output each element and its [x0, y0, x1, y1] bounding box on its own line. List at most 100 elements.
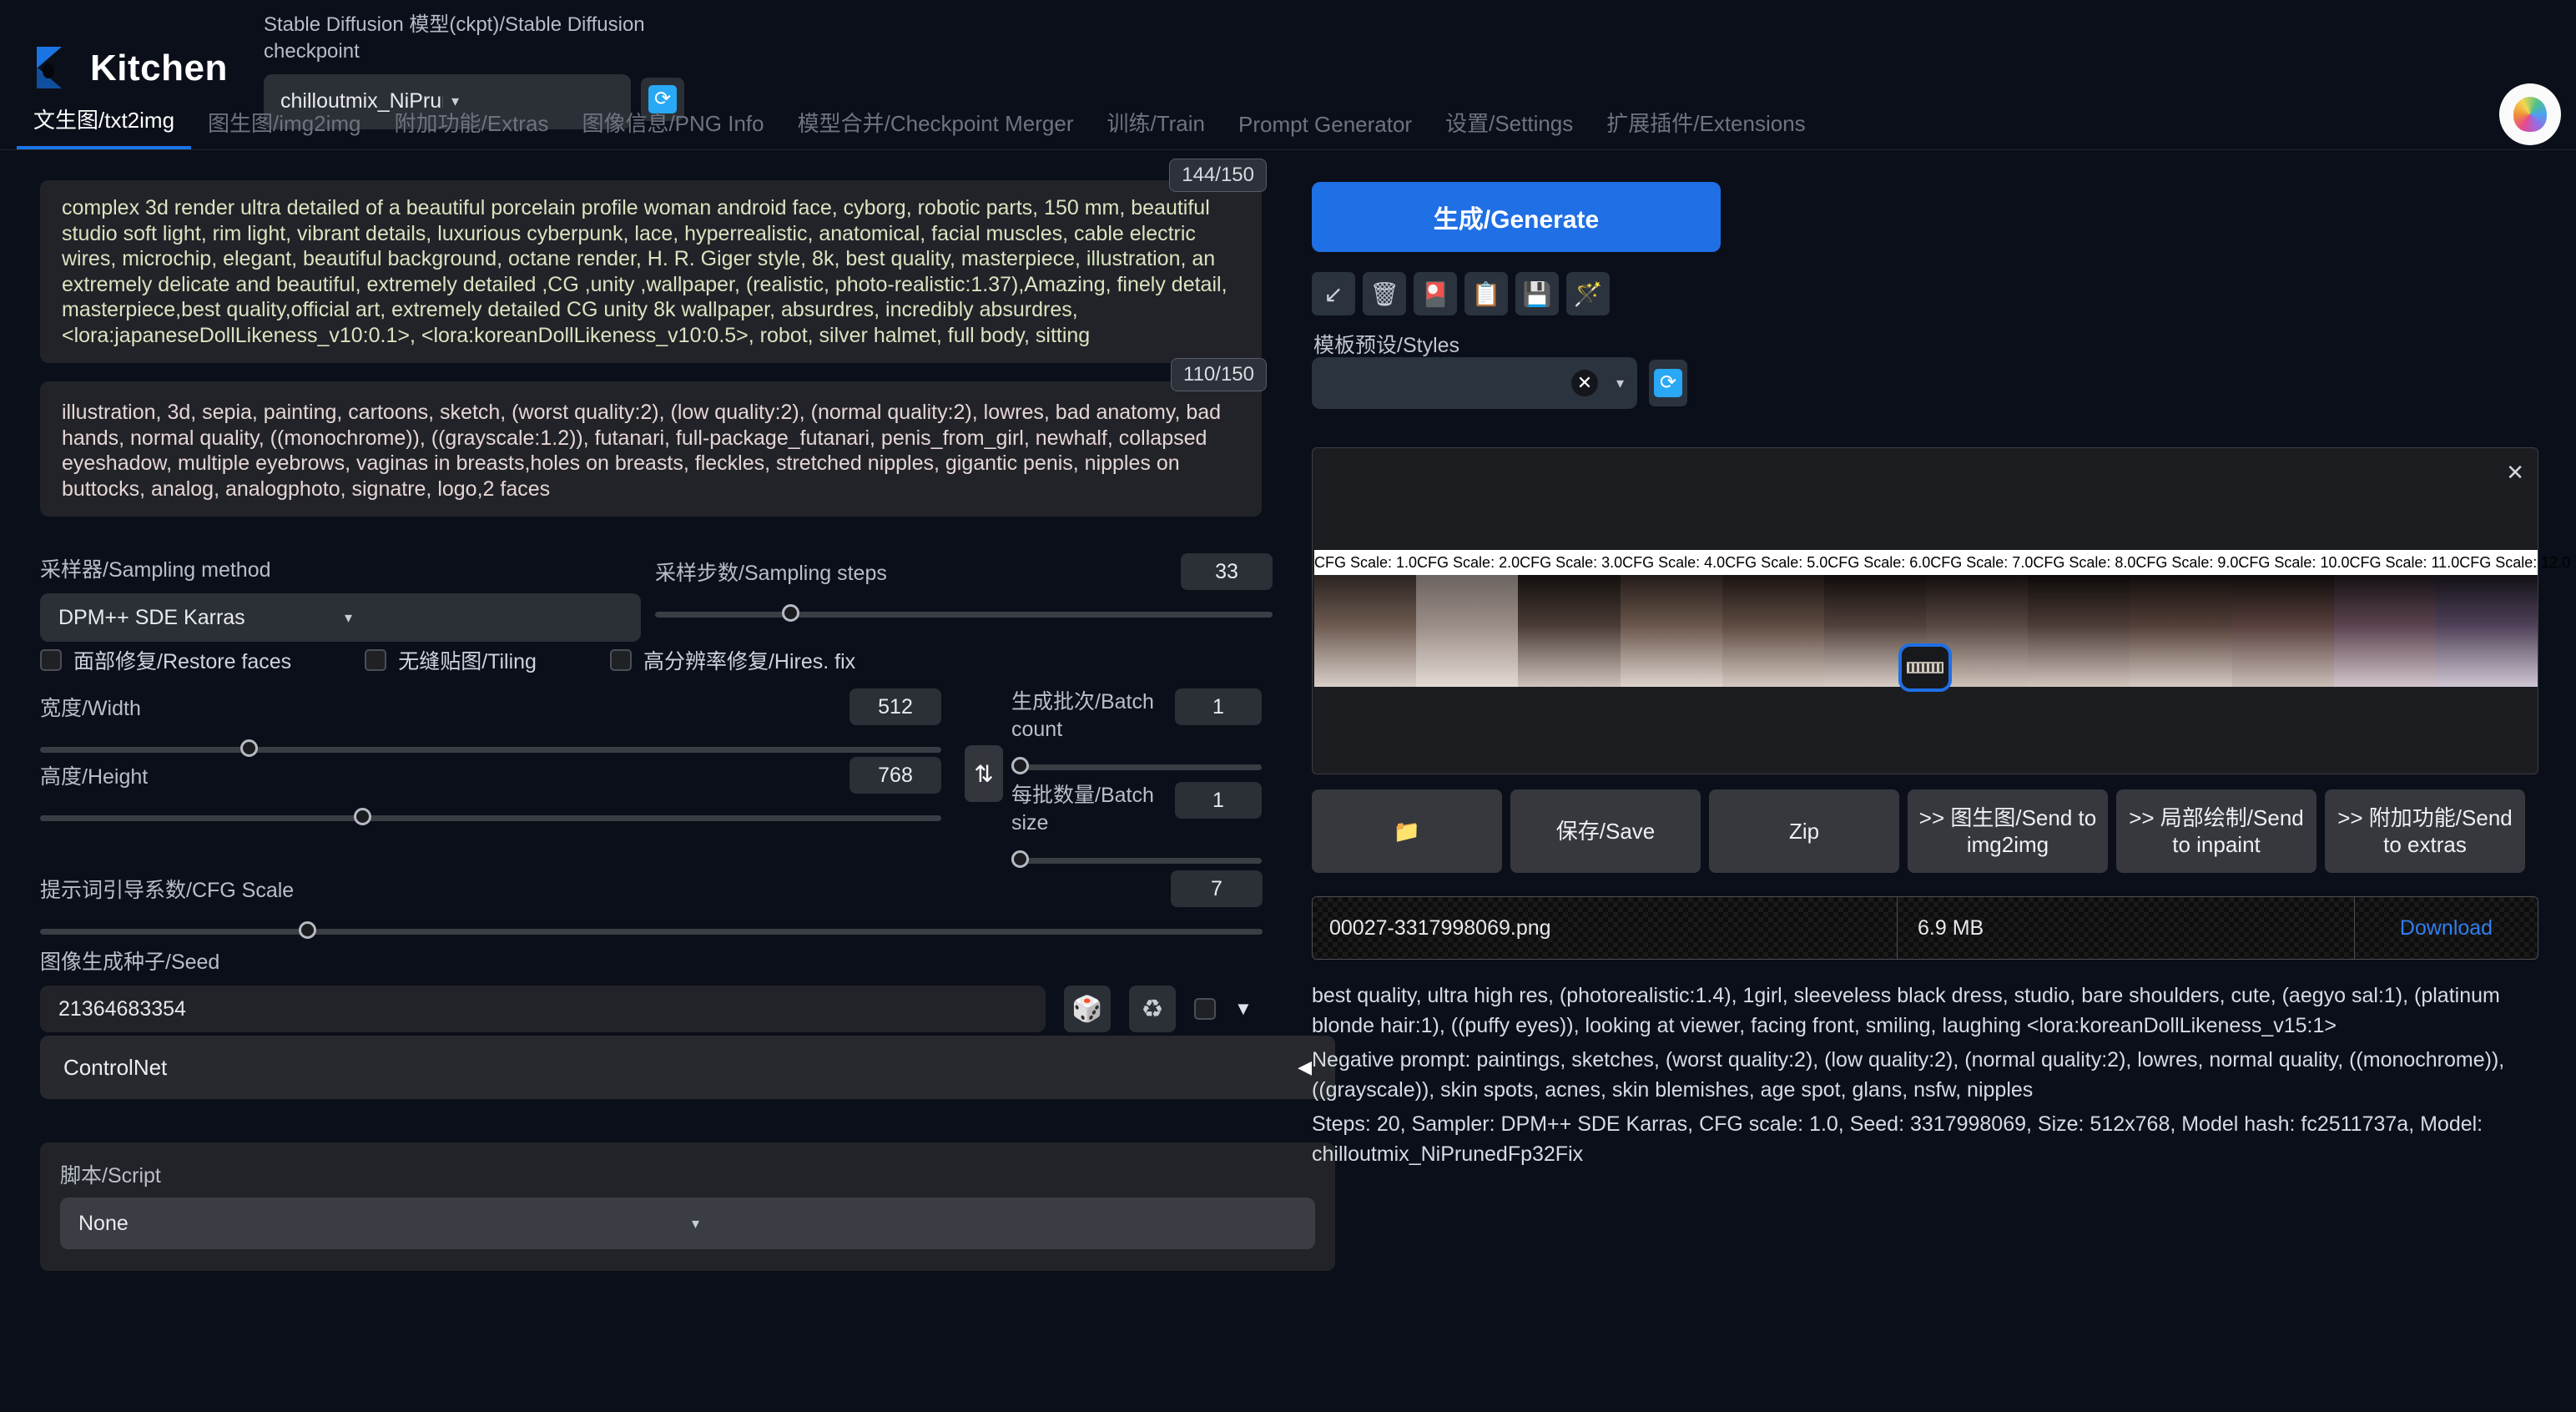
sampling-steps-input[interactable]: 33	[1181, 553, 1273, 590]
generated-image[interactable]	[2130, 575, 2232, 687]
generated-image[interactable]	[2333, 575, 2436, 687]
clear-icon[interactable]: ✕	[1570, 370, 1598, 396]
apply-style-button[interactable]: 🎴	[1414, 272, 1457, 315]
sampling-steps-label: 采样步数/Sampling steps	[655, 562, 887, 585]
cfg-scale-input[interactable]: 7	[1171, 870, 1263, 907]
generation-info: best quality, ultra high res, (photoreal…	[1312, 981, 2522, 1174]
script-value: None	[78, 1211, 129, 1235]
chevron-down-icon: ▾	[692, 1214, 700, 1232]
geninfo-negative: Negative prompt: paintings, sketches, (w…	[1312, 1048, 2505, 1102]
generated-image[interactable]	[2435, 575, 2538, 687]
positive-token-counter: 144/150	[1169, 159, 1267, 192]
recycle-icon: ♻	[1141, 995, 1164, 1023]
generate-button[interactable]: 生成/Generate	[1312, 182, 1721, 252]
reuse-seed-button[interactable]: ♻	[1129, 986, 1176, 1032]
checkbox-icon	[40, 649, 62, 671]
script-dropdown[interactable]: None ▾	[60, 1198, 1315, 1249]
cfg-scale-slider[interactable]	[40, 921, 1263, 939]
zip-button[interactable]: Zip	[1709, 789, 1899, 873]
chevron-down-icon: ▾	[345, 608, 353, 626]
geninfo-params: Steps: 20, Sampler: DPM++ SDE Karras, CF…	[1312, 1112, 2483, 1166]
extra-seed-checkbox[interactable]	[1194, 998, 1216, 1020]
tab-img2img[interactable]: 图生图/img2img	[191, 107, 377, 149]
controlnet-accordion[interactable]: ControlNet ◀	[40, 1036, 1335, 1099]
tab-extensions[interactable]: 扩展插件/Extensions	[1590, 107, 1822, 149]
send-to-img2img-button[interactable]: >> 图生图/Send to img2img	[1908, 789, 2108, 873]
download-link[interactable]: Download	[2354, 897, 2538, 959]
styles-refresh-button[interactable]: ⟳	[1649, 360, 1687, 406]
hires-fix-checkbox[interactable]: 高分辨率修复/Hires. fix	[609, 645, 856, 675]
save-style-button[interactable]: 💾	[1515, 272, 1559, 315]
generated-image[interactable]	[1722, 575, 1824, 687]
swap-dimensions-button[interactable]: ⇅	[965, 745, 1003, 802]
tab-extras[interactable]: 附加功能/Extras	[378, 107, 566, 149]
geninfo-prompt: best quality, ultra high res, (photoreal…	[1312, 984, 2500, 1037]
negative-prompt-box[interactable]: 110/150 illustration, 3d, sepia, paintin…	[40, 358, 1267, 517]
cfg-label: CFG Scale: 1.0	[1314, 554, 1418, 571]
tiling-checkbox[interactable]: 无缝贴图/Tiling	[365, 645, 537, 675]
restore-faces-checkbox[interactable]: 面部修复/Restore faces	[40, 645, 291, 675]
dice-icon: 🎲	[1071, 995, 1103, 1023]
chevron-down-icon: ▾	[1616, 374, 1624, 391]
hires-fix-label: 高分辨率修复/Hires. fix	[643, 650, 856, 673]
assistant-fab-button[interactable]	[2499, 83, 2561, 145]
brand: Kitchen	[37, 47, 228, 90]
tab-prompt-generator[interactable]: Prompt Generator	[1222, 112, 1429, 149]
main-tabs: 文生图/txt2img 图生图/img2img 附加功能/Extras 图像信息…	[0, 107, 2576, 150]
batch-size-input[interactable]: 1	[1175, 782, 1262, 819]
controlnet-title: ControlNet	[63, 1054, 168, 1080]
clear-prompt-button[interactable]: 🗑	[1363, 272, 1406, 315]
settings-panel: 采样器/Sampling method DPM++ SDE Karras ▾ 采…	[0, 538, 1335, 1271]
cfg-label: CFG Scale: 9.0	[2135, 554, 2239, 571]
paste-arrow-icon: ↙	[1323, 280, 1343, 307]
magic-wand-button[interactable]: 🪄	[1566, 272, 1610, 315]
cfg-label: CFG Scale: 2.0	[1417, 554, 1520, 571]
assistant-icon	[2513, 97, 2547, 132]
generated-image[interactable]	[1620, 575, 1722, 687]
generated-image[interactable]	[1314, 575, 1417, 687]
batch-size-slider[interactable]	[1011, 850, 1262, 868]
tab-settings[interactable]: 设置/Settings	[1429, 107, 1590, 149]
send-to-extras-button[interactable]: >> 附加功能/Send to extras	[2325, 789, 2525, 873]
open-folder-button[interactable]: 📁	[1312, 789, 1502, 873]
save-button[interactable]: 保存/Save	[1510, 789, 1701, 873]
negative-prompt-text[interactable]: illustration, 3d, sepia, painting, carto…	[62, 400, 1240, 502]
batch-count-input[interactable]: 1	[1175, 688, 1262, 725]
generated-image[interactable]	[2231, 575, 2334, 687]
filmstrip-icon	[1907, 662, 1943, 673]
cfg-scale-labels: CFG Scale: 1.0 CFG Scale: 2.0 CFG Scale:…	[1314, 550, 2570, 575]
tab-txt2img[interactable]: 文生图/txt2img	[17, 103, 192, 149]
sampling-method-dropdown[interactable]: DPM++ SDE Karras ▾	[40, 593, 641, 642]
cfg-label: CFG Scale: 11.0	[2349, 554, 2460, 571]
download-file-row: 00027-3317998069.png 6.9 MB Download	[1312, 896, 2538, 960]
positive-prompt-text[interactable]: complex 3d render ultra detailed of a be…	[62, 195, 1240, 348]
batch-count-slider[interactable]	[1011, 757, 1262, 774]
height-input[interactable]: 768	[849, 757, 941, 794]
generated-image[interactable]	[1518, 575, 1621, 687]
tiling-label: 无缝贴图/Tiling	[398, 650, 537, 673]
filmstrip-thumbnail-button[interactable]	[1898, 643, 1952, 692]
magic-wand-icon: 🪄	[1573, 280, 1603, 307]
read-params-button[interactable]: 📋	[1464, 272, 1508, 315]
width-slider[interactable]	[40, 739, 941, 757]
generated-image[interactable]	[1416, 575, 1519, 687]
styles-dropdown[interactable]: ✕ ▾	[1312, 357, 1637, 409]
random-seed-button[interactable]: 🎲	[1064, 986, 1111, 1032]
width-input[interactable]: 512	[849, 688, 941, 725]
tab-checkpoint-merger[interactable]: 模型合并/Checkpoint Merger	[781, 107, 1091, 149]
prompt-toolbar: ↙ 🗑 🎴 📋 💾 🪄	[1312, 272, 1610, 315]
chevron-down-icon[interactable]: ▼	[1234, 998, 1253, 1020]
seed-input[interactable]: 21364683354	[40, 986, 1046, 1032]
batch-count-label: 生成批次/Batch count	[1011, 690, 1154, 741]
tab-png-info[interactable]: 图像信息/PNG Info	[565, 107, 780, 149]
sampling-steps-slider[interactable]	[655, 604, 1273, 622]
checkpoint-label: Stable Diffusion 模型(ckpt)/Stable Diffusi…	[264, 13, 645, 63]
height-slider[interactable]	[40, 808, 941, 825]
close-icon[interactable]: ✕	[2506, 460, 2524, 486]
positive-prompt-box[interactable]: 144/150 complex 3d render ultra detailed…	[40, 159, 1267, 363]
tab-train[interactable]: 训练/Train	[1091, 107, 1222, 149]
send-to-inpaint-button[interactable]: >> 局部绘制/Send to inpaint	[2116, 789, 2316, 873]
paste-arrow-button[interactable]: ↙	[1312, 272, 1355, 315]
script-label: 脚本/Script	[60, 1164, 161, 1188]
generated-image[interactable]	[2028, 575, 2130, 687]
